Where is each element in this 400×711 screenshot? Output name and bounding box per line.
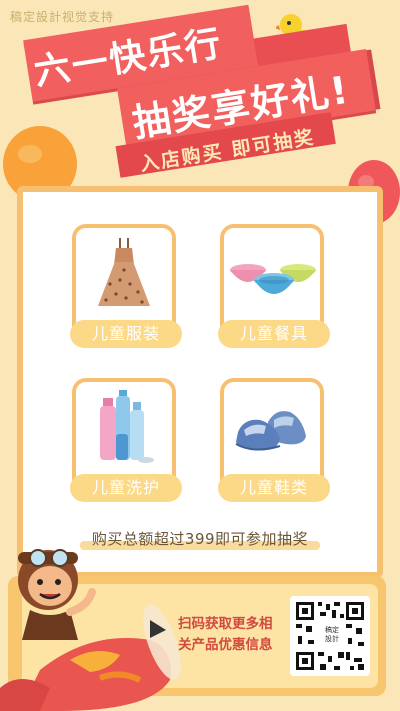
product-label-tableware: 儿童餐具 [218,320,330,348]
product-tile-toiletries[interactable]: 儿童洗护 [70,378,182,502]
product-tile-clothing[interactable]: 儿童服装 [70,224,182,348]
watermark-text: 稿定設計视觉支持 [10,10,115,24]
product-label-toiletries: 儿童洗护 [70,474,182,502]
dress-image [98,238,150,306]
shoes-image [235,411,306,451]
pilot-mascot-icon [0,549,181,711]
qr-center-logo: 稿定 設計 [325,626,339,643]
qr-code[interactable]: 稿定 設計 [290,596,370,676]
bowls-image [230,264,316,294]
bottles-image [100,390,154,463]
product-label-shoes: 儿童鞋类 [218,474,330,502]
product-tile-shoes[interactable]: 儿童鞋类 [218,378,330,502]
product-label-clothing: 儿童服装 [70,320,182,348]
product-tile-tableware[interactable]: 儿童餐具 [218,224,330,348]
poster: 稿定設計视觉支持 六一快乐行 抽奖享好礼! 入店购买 即可抽奖 儿童服装 儿童餐… [0,0,400,711]
